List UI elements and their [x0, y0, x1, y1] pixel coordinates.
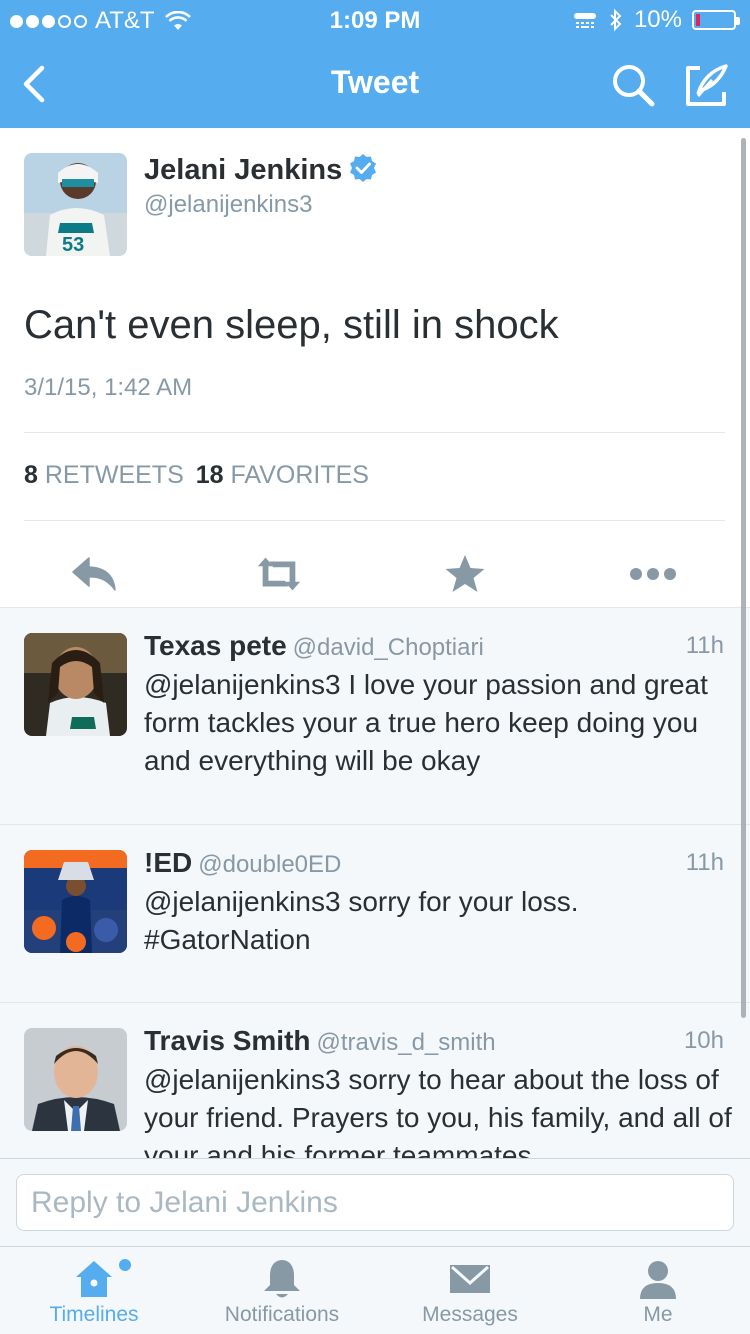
tab-label: Timelines [49, 1303, 139, 1326]
favorites-label: FAVORITES [230, 461, 369, 489]
reply-input[interactable] [16, 1174, 734, 1231]
reply-item[interactable]: Travis Smith @travis_d_smith 10h @jelanij… [0, 1002, 750, 1158]
tab-label: Notifications [224, 1303, 340, 1326]
reply-time: 11h [685, 632, 724, 659]
reply-author-name[interactable]: Texas pete [144, 630, 287, 661]
status-right: 10% [572, 6, 740, 34]
tweet-actions [0, 541, 750, 607]
tab-timelines[interactable]: Timelines [0, 1247, 188, 1334]
tab-me[interactable]: Me [564, 1247, 750, 1334]
more-icon [630, 568, 676, 580]
reply-bar [0, 1158, 750, 1246]
scrollbar[interactable] [741, 138, 746, 1018]
bluetooth-icon [610, 8, 622, 32]
status-bar: AT&T 1:09 PM 10% [0, 0, 750, 40]
divider [24, 520, 725, 521]
tty-icon [573, 13, 596, 28]
person-icon [640, 1261, 676, 1299]
retweets-label: RETWEETS [44, 461, 184, 489]
favorites-count: 18 [195, 461, 224, 489]
replies-list: Texas pete @david_Choptiari 11h @jelanije… [0, 607, 750, 1158]
reply-author-handle[interactable]: @david_Choptiari [293, 634, 484, 661]
retweets-count: 8 [24, 461, 38, 489]
reply-author-handle[interactable]: @double0ED [198, 851, 341, 878]
svg-text:53: 53 [62, 234, 84, 256]
tab-messages[interactable]: Messages [376, 1247, 564, 1334]
tweet-stats: 8 RETWEETS 18 FAVORITES [24, 461, 369, 490]
avatar[interactable]: 53 [24, 153, 127, 256]
reply-text: @jelanijenkins3 sorry to hear about the … [144, 1064, 732, 1158]
avatar[interactable] [24, 850, 127, 953]
tab-label: Messages [422, 1303, 518, 1326]
tweet-text: Can't even sleep, still in shock [24, 303, 559, 347]
reply-text: @jelanijenkins3 I love your passion and … [144, 669, 708, 776]
reply-button[interactable] [70, 551, 120, 597]
bell-icon [264, 1260, 300, 1298]
avatar[interactable] [24, 1028, 127, 1131]
star-icon [445, 555, 485, 592]
reply-icon [72, 557, 116, 591]
reply-author-name[interactable]: !ED [144, 847, 192, 878]
retweet-icon [257, 557, 301, 591]
author-handle: @jelanijenkins3 [144, 191, 313, 218]
search-icon[interactable] [610, 62, 656, 108]
reply-author-handle[interactable]: @travis_d_smith [317, 1029, 496, 1056]
reply-item[interactable]: Texas pete @david_Choptiari 11h @jelanije… [0, 607, 750, 824]
battery-icon [692, 10, 740, 30]
battery-percent: 10% [633, 6, 682, 33]
reply-item[interactable]: !ED @double0ED 11h @jelanijenkins3 sorry … [0, 824, 750, 1002]
tab-notifications[interactable]: Notifications [188, 1247, 376, 1334]
reply-header: Texas pete @david_Choptiari 11h [144, 630, 724, 662]
new-items-dot [119, 1259, 131, 1271]
tab-label: Me [643, 1303, 673, 1326]
reply-time: 11h [685, 849, 724, 876]
retweets-link[interactable]: 8 RETWEETS [24, 461, 184, 489]
reply-author-name[interactable]: Travis Smith [144, 1025, 311, 1056]
tweet-timestamp: 3/1/15, 1:42 AM [24, 374, 193, 401]
verified-badge-icon [350, 154, 377, 182]
nav-bar: Tweet [0, 40, 750, 128]
reply-header: !ED @double0ED 11h [144, 847, 724, 879]
more-button[interactable] [628, 551, 678, 597]
reply-text: @jelanijenkins3 sorry for your loss. #Ga… [144, 886, 579, 955]
reply-header: Travis Smith @travis_d_smith 10h [144, 1025, 724, 1057]
tweet-detail[interactable]: 53 Jelani Jenkins @jelanijenkins3 Can't … [0, 128, 750, 1158]
favorites-link[interactable]: 18 FAVORITES [196, 461, 369, 489]
tab-bar: Timelines Notifications Messages Me [0, 1246, 750, 1334]
author-name[interactable]: Jelani Jenkins [144, 153, 378, 187]
divider [24, 432, 725, 433]
favorite-button[interactable] [440, 551, 490, 597]
envelope-icon [450, 1265, 490, 1293]
home-icon [76, 1261, 112, 1297]
avatar[interactable] [24, 633, 127, 736]
compose-icon[interactable] [682, 60, 732, 110]
reply-time: 10h [683, 1027, 724, 1054]
retweet-button[interactable] [254, 551, 304, 597]
